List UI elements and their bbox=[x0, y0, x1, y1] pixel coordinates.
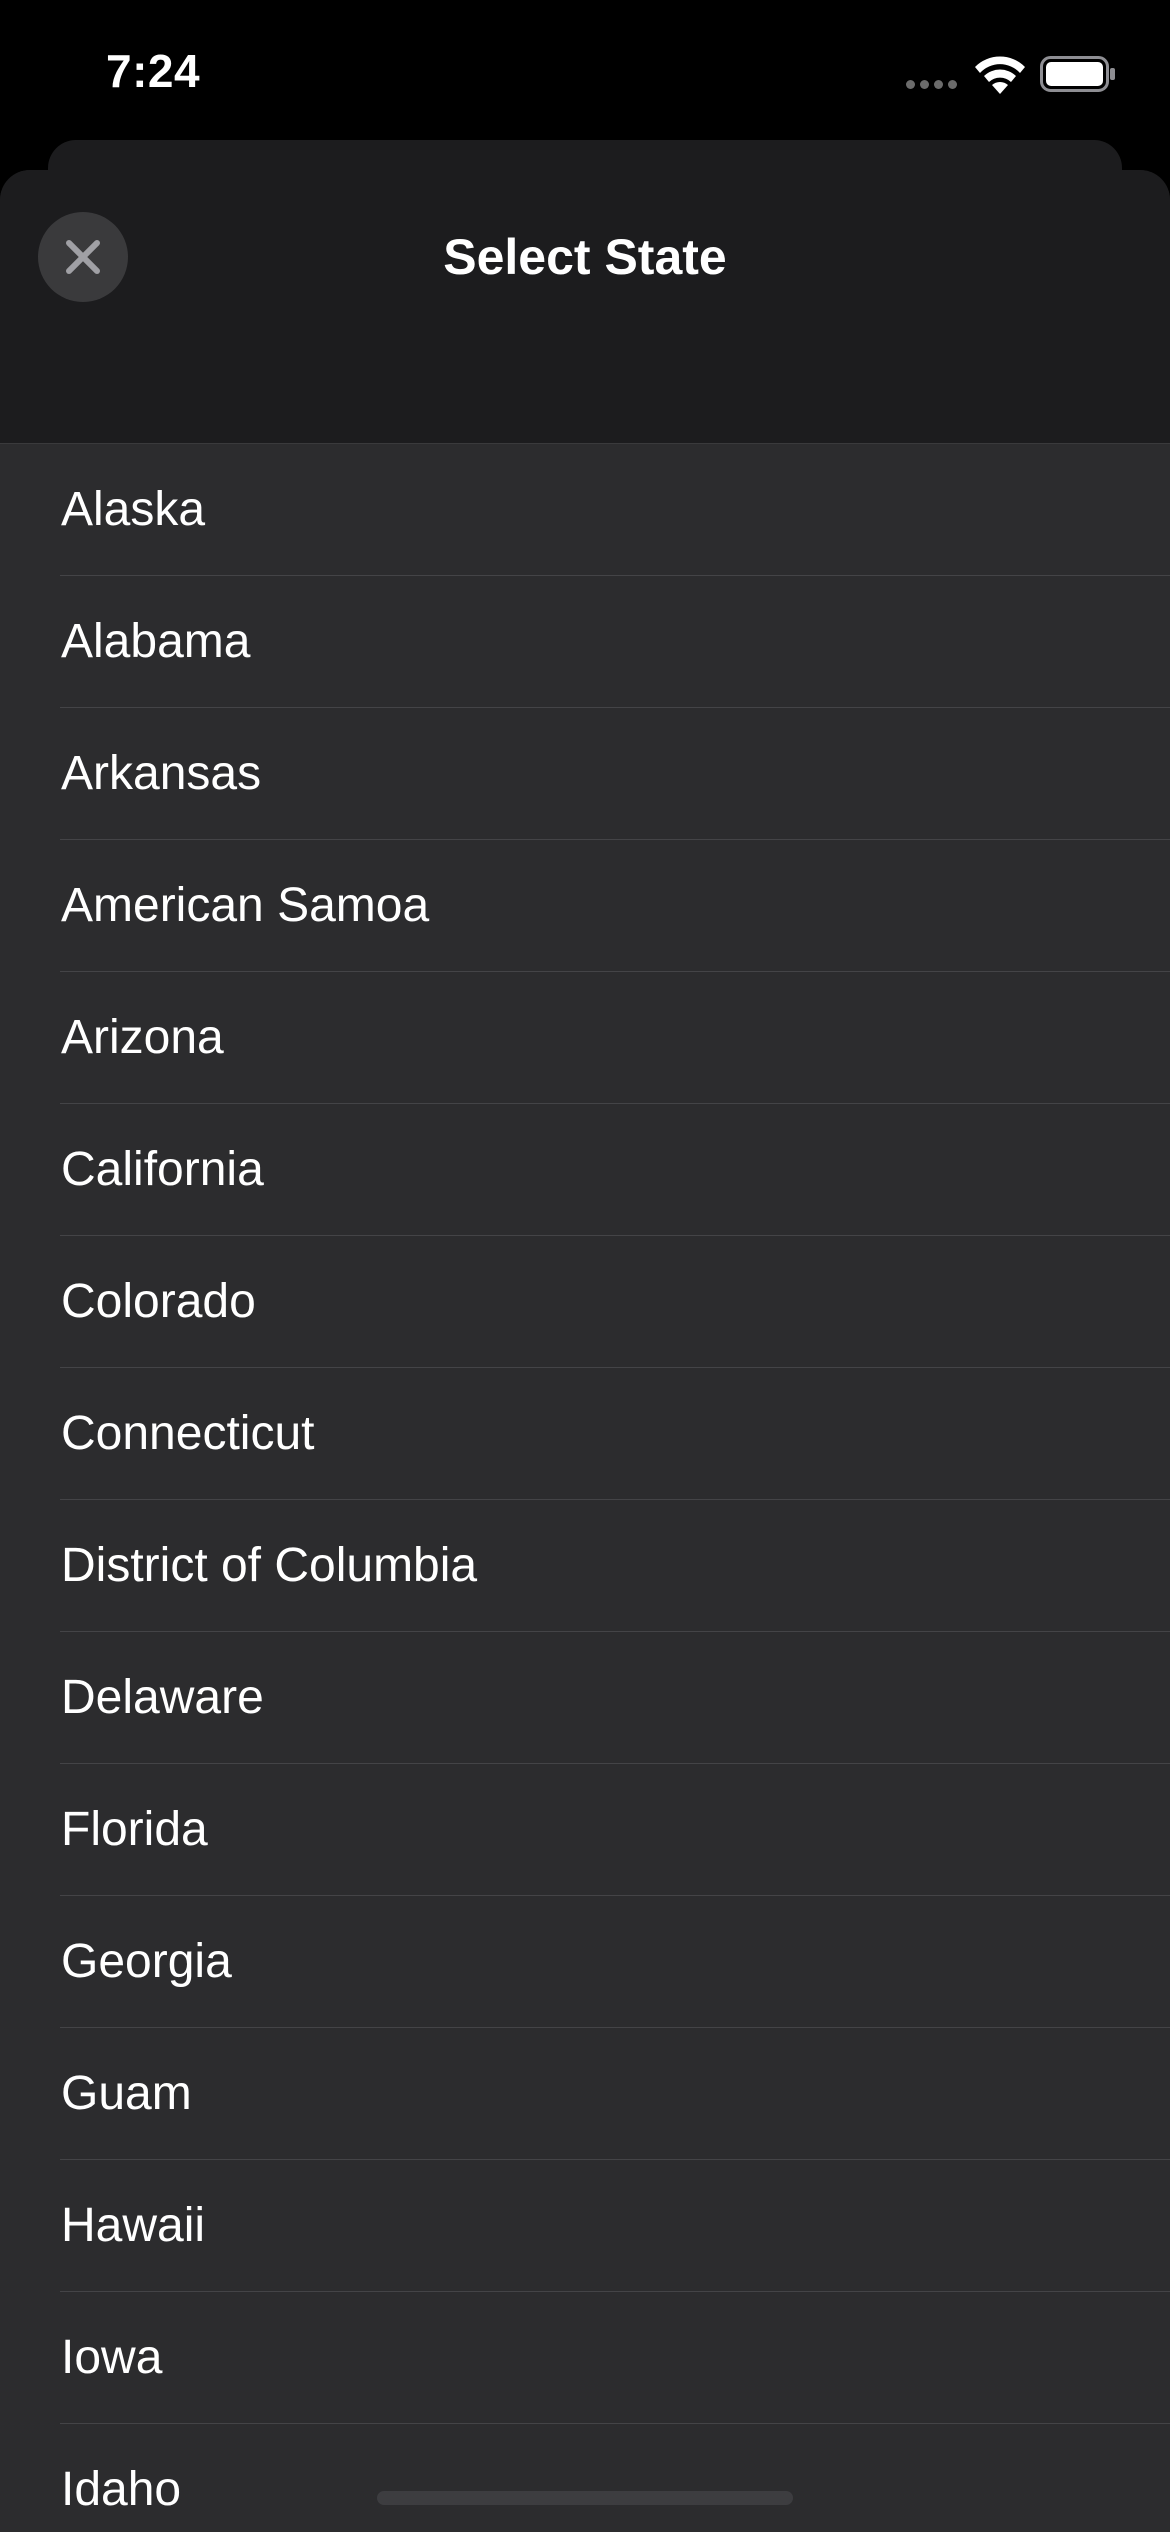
state-label: District of Columbia bbox=[61, 1539, 478, 1592]
state-label: Connecticut bbox=[61, 1407, 315, 1460]
state-row-district-of-columbia[interactable]: District of Columbia bbox=[0, 1500, 1170, 1632]
state-row-georgia[interactable]: Georgia bbox=[0, 1896, 1170, 2028]
state-row-arizona[interactable]: Arizona bbox=[0, 972, 1170, 1104]
state-row-alaska[interactable]: Alaska bbox=[0, 444, 1170, 576]
state-label: Guam bbox=[61, 2067, 192, 2120]
state-label: Alabama bbox=[61, 615, 251, 668]
state-label: Florida bbox=[61, 1803, 208, 1856]
state-label: Alaska bbox=[61, 483, 206, 536]
state-label: Idaho bbox=[61, 2463, 182, 2516]
state-row-iowa[interactable]: Iowa bbox=[0, 2292, 1170, 2424]
sheet-title: Select State bbox=[443, 229, 727, 285]
battery-icon bbox=[1040, 56, 1115, 92]
state-label: Arizona bbox=[61, 1011, 224, 1064]
status-bar: 7:24 bbox=[0, 0, 1170, 150]
state-row-alabama[interactable]: Alabama bbox=[0, 576, 1170, 708]
sheet-header: Select State bbox=[0, 170, 1170, 444]
state-label: Iowa bbox=[61, 2331, 163, 2384]
state-row-delaware[interactable]: Delaware bbox=[0, 1632, 1170, 1764]
state-label: Arkansas bbox=[61, 747, 262, 800]
state-row-colorado[interactable]: Colorado bbox=[0, 1236, 1170, 1368]
state-label: Delaware bbox=[61, 1671, 264, 1724]
state-row-idaho[interactable]: Idaho bbox=[0, 2424, 1170, 2532]
home-indicator[interactable] bbox=[377, 2491, 793, 2505]
state-row-connecticut[interactable]: Connecticut bbox=[0, 1368, 1170, 1500]
state-row-arkansas[interactable]: Arkansas bbox=[0, 708, 1170, 840]
state-row-california[interactable]: California bbox=[0, 1104, 1170, 1236]
state-row-florida[interactable]: Florida bbox=[0, 1764, 1170, 1896]
wifi-icon bbox=[975, 56, 1025, 94]
state-list: Alaska Alabama Arkansas American Samoa A… bbox=[0, 444, 1170, 2532]
state-label: Hawaii bbox=[61, 2199, 206, 2252]
state-row-hawaii[interactable]: Hawaii bbox=[0, 2160, 1170, 2292]
state-label: Georgia bbox=[61, 1935, 232, 1988]
screen: 7:24 Select State Alaska Alabama Arkansa… bbox=[0, 0, 1170, 2532]
status-time: 7:24 bbox=[106, 45, 201, 97]
state-row-american-samoa[interactable]: American Samoa bbox=[0, 840, 1170, 972]
state-label: Colorado bbox=[61, 1275, 256, 1328]
state-label: American Samoa bbox=[61, 879, 430, 932]
state-label: California bbox=[61, 1143, 264, 1196]
select-state-sheet: Select State Alaska Alabama Arkansas Ame… bbox=[0, 170, 1170, 2532]
cellular-signal-icon bbox=[906, 80, 960, 90]
state-row-guam[interactable]: Guam bbox=[0, 2028, 1170, 2160]
